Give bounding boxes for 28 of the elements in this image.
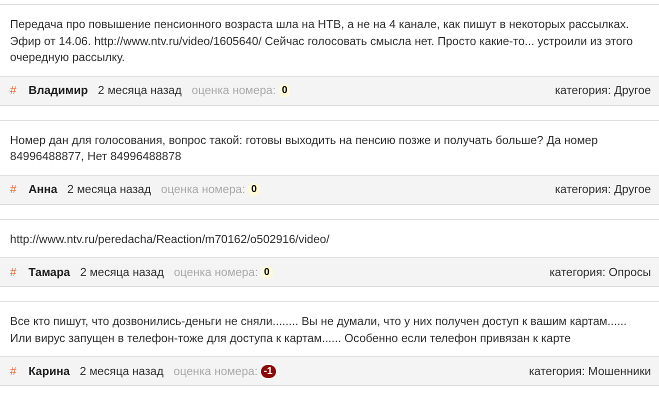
timestamp: 2 месяца назад [80, 364, 164, 378]
comment-text: Номер дан для голосования, вопрос такой: готовы выходить на пенсию позже и получать больше? Да номер 84996488877, Нет 84996488878 [9, 132, 599, 165]
rating-label: оценка номера: [174, 364, 258, 378]
rating-badge: 0 [278, 84, 290, 97]
rating-badge: -1 [260, 364, 276, 378]
timestamp: 2 месяца назад [98, 84, 182, 97]
permalink[interactable]: # [10, 183, 16, 196]
rating-label: оценка номера: [192, 84, 276, 97]
category-label: категория: Другое [554, 84, 651, 97]
rating-label: оценка номера: [174, 266, 258, 278]
rating-badge: 0 [261, 266, 273, 278]
comment-text: Передача про повышение пенсионного возраста шла на НТВ, а не на 4 канале, как пишут в некоторых рассылках. Эфир от 14.06. http://www.ntv.ru/video/1605640/ Сейчас голосовать смысла нет. Просто какие-то... устроили из этого очередную рассылку. [9, 17, 634, 66]
category-label: категория: Мошенники [528, 364, 651, 378]
category-label: категория: Другое [554, 183, 651, 196]
author-name: Карина [28, 364, 70, 378]
comment-text: http://www.ntv.ru/peredacha/Reaction/m70162/o502916/video/ [9, 232, 330, 248]
category-label: категория: Опросы [549, 266, 651, 278]
author-name: Тамара [28, 266, 70, 278]
timestamp: 2 месяца назад [67, 183, 152, 196]
timestamp: 2 месяца назад [80, 266, 164, 278]
rating-label: оценка номера: [161, 183, 246, 196]
permalink[interactable]: # [10, 364, 16, 378]
rating-badge: 0 [248, 183, 260, 196]
author-name: Анна [28, 183, 58, 196]
author-name: Владимир [28, 84, 88, 97]
comment-text: Все кто пишут, что дозвонились-деньги не сняли........ Вы не думали, что у них получен доступ к вашим картам...... Или вирус запущен в телефон-тоже для доступа к картам...... Особенно если телефон привязан к карте [9, 314, 628, 346]
permalink[interactable]: # [10, 266, 16, 278]
permalink[interactable]: # [10, 84, 16, 97]
